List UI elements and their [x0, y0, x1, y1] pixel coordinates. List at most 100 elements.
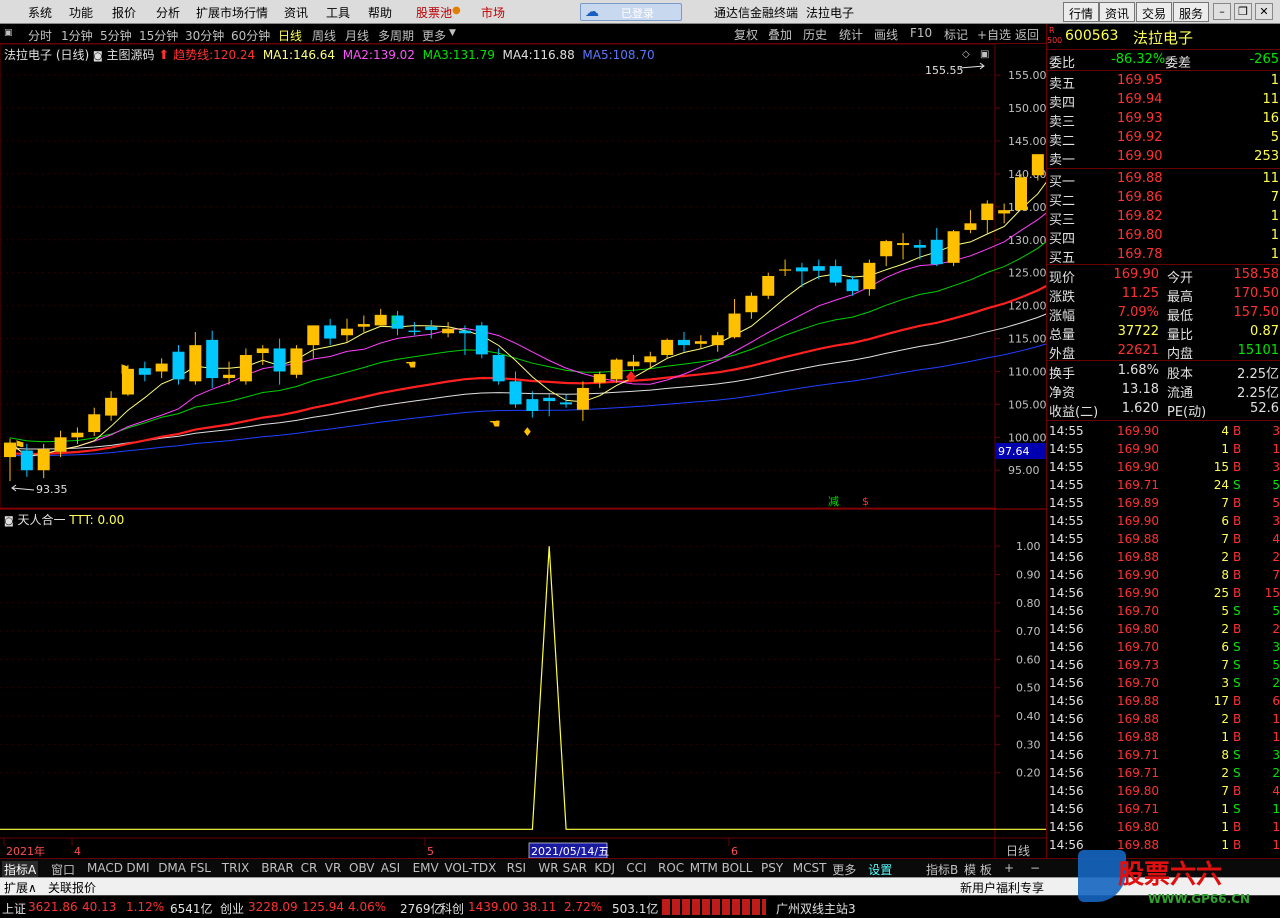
menu-ext-market[interactable]: 扩展市场行情 [196, 4, 268, 21]
candle-body[interactable] [627, 361, 640, 367]
indicator-tab-wr[interactable]: WR [538, 861, 558, 875]
candle-body[interactable] [509, 381, 522, 405]
candle-body[interactable] [1031, 154, 1044, 176]
candle-body[interactable] [273, 348, 286, 372]
candle-body[interactable] [256, 348, 269, 354]
candle-body[interactable] [560, 402, 573, 405]
period-5min[interactable]: 5分钟 [100, 27, 132, 43]
maximize-icon[interactable]: ❐ [1234, 3, 1252, 20]
indicator-tab-cr[interactable]: CR [301, 861, 318, 875]
candle-body[interactable] [206, 339, 219, 379]
menu-function[interactable]: 功能 [69, 4, 93, 21]
indicator-tab-tab24[interactable]: 更多 [832, 861, 856, 877]
candle-body[interactable] [239, 355, 252, 382]
indicator-tab-rsi[interactable]: RSI [507, 861, 527, 875]
candle-body[interactable] [897, 243, 910, 246]
candle-body[interactable] [981, 203, 994, 221]
candle-body[interactable] [964, 223, 977, 230]
indicator-tab-asi[interactable]: ASI [381, 861, 400, 875]
stock-pool-button[interactable]: 股票池 [416, 4, 452, 21]
candle-body[interactable] [324, 325, 337, 339]
market-button[interactable]: 市场 [481, 4, 505, 21]
period-multi[interactable]: 多周期 [378, 27, 414, 43]
candle-body[interactable] [492, 355, 505, 382]
candle-body[interactable] [155, 363, 168, 372]
trade-tab-button[interactable]: 交易 [1136, 2, 1173, 22]
period-15min[interactable]: 15分钟 [139, 27, 178, 43]
indicator-tab-dmi[interactable]: DMI [126, 861, 149, 875]
candle-body[interactable] [105, 397, 118, 416]
tool-draw[interactable]: 画线 [874, 26, 898, 43]
candle-body[interactable] [661, 339, 674, 356]
indicator-tab-psy[interactable]: PSY [761, 861, 783, 875]
candle-body[interactable] [812, 266, 825, 271]
bid-row[interactable]: 买一 169.88 11 [1047, 170, 1280, 190]
candle-body[interactable] [863, 262, 876, 290]
bid-row[interactable]: 买三 169.82 1 [1047, 208, 1280, 228]
candle-body[interactable] [37, 449, 50, 471]
period-more[interactable]: 更多 [422, 27, 446, 43]
candle-body[interactable] [576, 387, 589, 410]
indicator-tab-kdj[interactable]: KDJ [594, 861, 615, 875]
tool-stats[interactable]: 统计 [839, 26, 863, 43]
indicator-tab-sar[interactable]: SAR [563, 861, 587, 875]
menu-help[interactable]: 帮助 [368, 4, 392, 21]
candle-body[interactable] [610, 359, 623, 380]
candle-body[interactable] [930, 239, 943, 265]
candle-body[interactable] [1015, 177, 1027, 211]
indicator-tab-mtm[interactable]: MTM [690, 861, 718, 875]
period-fenshi[interactable]: 分时 [28, 27, 52, 43]
candle-body[interactable] [880, 241, 893, 257]
candle-body[interactable] [71, 432, 84, 438]
period-60min[interactable]: 60分钟 [231, 27, 270, 43]
candle-body[interactable] [374, 314, 387, 326]
candle-body[interactable] [54, 437, 67, 452]
candle-body[interactable] [795, 267, 808, 272]
candle-body[interactable] [475, 325, 488, 355]
candle-body[interactable] [290, 348, 303, 375]
indicator-tab-mcst[interactable]: MCST [793, 861, 827, 875]
close-icon[interactable]: ✕ [1255, 3, 1273, 20]
indicator-tab-emv[interactable]: EMV [413, 861, 439, 875]
candle-body[interactable] [88, 414, 101, 433]
candle-body[interactable] [745, 295, 758, 313]
tool-fuquan[interactable]: 复权 [734, 26, 758, 43]
ask-row[interactable]: 卖五 169.95 1 [1047, 72, 1280, 92]
period-weekly[interactable]: 周线 [312, 27, 336, 43]
candle-body[interactable] [779, 269, 792, 271]
period-daily[interactable]: 日线 [278, 27, 302, 43]
candle-body[interactable] [172, 351, 185, 380]
indicator-tab-voltdx[interactable]: VOL-TDX [444, 861, 496, 875]
bid-row[interactable]: 买二 169.86 7 [1047, 189, 1280, 209]
indicator-b-tab[interactable]: 指标B [926, 861, 958, 877]
indicator-tab-macd[interactable]: MACD [87, 861, 123, 875]
candle-body[interactable] [357, 324, 370, 327]
indicator-tab-cci[interactable]: CCI [626, 861, 646, 875]
candle-body[interactable] [711, 335, 724, 346]
candle-body[interactable] [694, 341, 707, 344]
login-status[interactable]: ☁ 已登录 [580, 3, 682, 21]
ask-row[interactable]: 卖四 169.94 11 [1047, 91, 1280, 111]
chevron-down-icon[interactable]: ▼ [449, 28, 456, 38]
indicator-tab-brar[interactable]: BRAR [261, 861, 294, 875]
indicator-tab-a[interactable]: 指标A [2, 861, 39, 877]
indicator-tab-boll[interactable]: BOLL [722, 861, 753, 875]
chart-area[interactable]: 95.00 100.00 105.00 110.00 115.00 120.00 125.0… [0, 44, 1046, 860]
window-icon[interactable]: ▣ [980, 49, 989, 60]
candle-body[interactable] [223, 374, 236, 379]
bid-row[interactable]: 买四 169.80 1 [1047, 227, 1280, 247]
indicator-tab-obv[interactable]: OBV [349, 861, 375, 875]
menu-system[interactable]: 系统 [28, 4, 52, 21]
remove-window-button[interactable]: − [1030, 861, 1040, 875]
ask-row[interactable]: 卖三 169.93 16 [1047, 110, 1280, 130]
candle-body[interactable] [138, 368, 151, 375]
quote-tab-button[interactable]: 行情 [1063, 2, 1100, 22]
period-monthly[interactable]: 月线 [345, 27, 369, 43]
indicator-tab-trix[interactable]: TRIX [222, 861, 249, 875]
candle-body[interactable] [341, 328, 353, 336]
diamond-icon[interactable]: ◇ [962, 49, 970, 60]
candle-body[interactable] [728, 313, 741, 338]
candle-body[interactable] [408, 330, 421, 332]
candle-body[interactable] [543, 397, 556, 402]
candle-body[interactable] [644, 356, 657, 363]
